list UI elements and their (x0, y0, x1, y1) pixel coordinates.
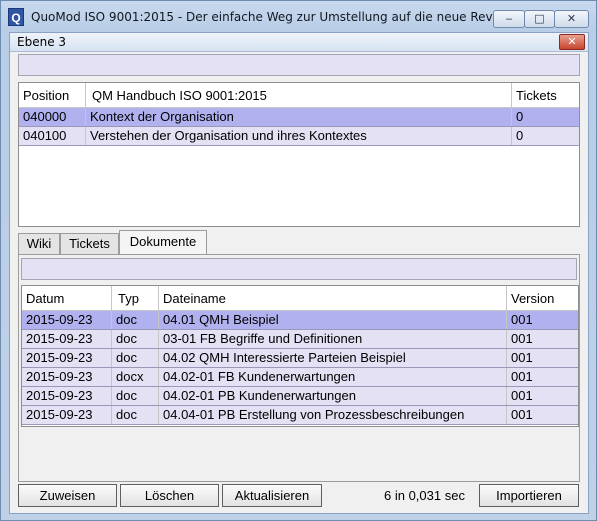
table-cell: Kontext der Organisation (86, 108, 512, 126)
table-cell: 001 (511, 388, 533, 403)
documents-panel: Datum Typ Dateiname Version 2015-09-23 do… (18, 254, 580, 482)
table-cell: doc (112, 330, 159, 348)
loeschen-button[interactable]: Löschen (120, 484, 219, 507)
table-row[interactable]: 2015-09-23 docx 04.02-01 FB Kundenerwartun… (22, 368, 578, 387)
inner-close-button[interactable]: ✕ (559, 34, 585, 50)
table-cell: 04.02-01 PB Kundenerwartungen (159, 387, 507, 405)
table-cell: 04.02 QMH Interessierte Parteien Beispie… (159, 349, 507, 367)
table-row[interactable]: 040000 Kontext der Organisation 0 (19, 108, 579, 127)
tab-tickets[interactable]: Tickets (60, 233, 119, 254)
table-cell: 001 (511, 350, 533, 365)
column-header-dateiname[interactable]: Dateiname (159, 286, 507, 310)
table-cell: 04.02-01 FB Kundenerwartungen (159, 368, 507, 386)
table-row[interactable]: 2015-09-23 doc 04.02 QMH Interessierte Par… (22, 349, 578, 368)
documents-table: Datum Typ Dateiname Version 2015-09-23 do… (21, 285, 579, 427)
table-row[interactable]: 040100 Verstehen der Organisation und ihr… (19, 127, 579, 146)
table-cell: 001 (511, 312, 533, 327)
column-header-typ[interactable]: Typ (112, 286, 159, 310)
close-button[interactable]: ✕ (554, 10, 589, 28)
table-cell: 04.01 QMH Beispiel (159, 311, 507, 329)
column-header-position[interactable]: Position (19, 83, 86, 107)
table-cell: 2015-09-23 (22, 368, 112, 386)
table-header: Datum Typ Dateiname Version (22, 286, 578, 311)
column-header-title[interactable]: QM Handbuch ISO 9001:2015 (86, 83, 512, 107)
minimize-button[interactable]: ‒ (493, 10, 525, 28)
table-cell: 2015-09-23 (22, 311, 112, 329)
table-cell: 0 (516, 128, 524, 143)
table-cell: 001 (511, 407, 533, 422)
maximize-button[interactable]: □ (524, 10, 555, 28)
table-cell: doc (112, 349, 159, 367)
column-header-version[interactable]: Version (507, 286, 578, 310)
inner-frame: Ebene 3 ✕ Position QM Handbuch ISO 9001:… (9, 32, 589, 514)
app-icon[interactable]: Q (8, 8, 24, 26)
close-icon: ✕ (567, 36, 577, 48)
table-cell: 040100 (19, 127, 86, 145)
table-cell: 04.04-01 PB Erstellung von Prozessbeschr… (159, 406, 507, 424)
close-icon: ✕ (566, 12, 577, 25)
zuweisen-button[interactable]: Zuweisen (18, 484, 117, 507)
table-cell: 040000 (19, 108, 86, 126)
table-cell: 0 (516, 109, 524, 124)
table-cell: doc (112, 387, 159, 405)
inner-window-title: Ebene 3 (17, 35, 67, 49)
table-row[interactable]: 2015-09-23 doc 04.01 QMH Beispiel 001 (22, 311, 578, 330)
importieren-button[interactable]: Importieren (479, 484, 579, 507)
tab-wiki[interactable]: Wiki (18, 233, 60, 254)
table-cell: 2015-09-23 (22, 406, 112, 424)
table-cell: 001 (511, 369, 533, 384)
qm-handbook-table: Position QM Handbuch ISO 9001:2015 Ticke… (18, 82, 580, 227)
main-window: Q QuoMod ISO 9001:2015 - Der einfache We… (0, 0, 597, 521)
table-row[interactable]: 2015-09-23 doc 04.04-01 PB Erstellung von … (22, 406, 578, 425)
table-row[interactable]: 2015-09-23 doc 04.02-01 PB Kundenerwartung… (22, 387, 578, 406)
top-filter-bar[interactable] (18, 54, 580, 76)
column-header-tickets[interactable]: Tickets (512, 83, 579, 107)
status-text: 6 in 0,031 sec (384, 488, 465, 503)
table-cell: Verstehen der Organisation und ihres Kon… (86, 127, 512, 145)
table-cell: docx (112, 368, 159, 386)
table-cell: 03-01 FB Begriffe und Definitionen (159, 330, 507, 348)
table-header: Position QM Handbuch ISO 9001:2015 Ticke… (19, 83, 579, 108)
table-cell: 001 (511, 331, 533, 346)
table-cell: 2015-09-23 (22, 387, 112, 405)
inner-title-bar[interactable]: Ebene 3 ✕ (10, 33, 588, 52)
table-cell: doc (112, 311, 159, 329)
table-cell: 2015-09-23 (22, 349, 112, 367)
title-bar[interactable]: Q QuoMod ISO 9001:2015 - Der einfache We… (1, 1, 596, 32)
maximize-icon: □ (534, 12, 545, 25)
column-header-datum[interactable]: Datum (22, 286, 112, 310)
minimize-icon: ‒ (505, 12, 513, 25)
table-row[interactable]: 2015-09-23 doc 03-01 FB Begriffe und Defin… (22, 330, 578, 349)
window-title: QuoMod ISO 9001:2015 - Der einfache Weg … (31, 10, 555, 24)
table-cell: doc (112, 406, 159, 424)
aktualisieren-button[interactable]: Aktualisieren (222, 484, 322, 507)
tab-dokumente[interactable]: Dokumente (119, 230, 207, 255)
documents-filter-bar[interactable] (21, 258, 577, 280)
table-cell: 2015-09-23 (22, 330, 112, 348)
